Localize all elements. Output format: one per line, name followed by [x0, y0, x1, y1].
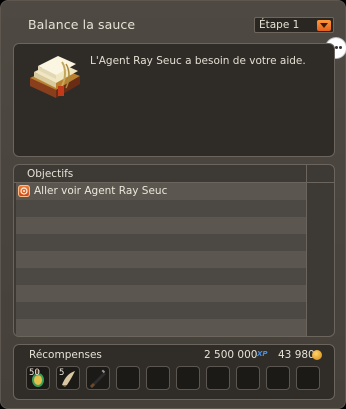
- objective-empty-row: [16, 319, 306, 336]
- stage-dropdown[interactable]: Étape 1: [254, 17, 334, 33]
- reward-slot-qty: 5: [59, 368, 65, 378]
- quest-description-text: L'Agent Ray Seuc a besoin de votre aide.: [90, 55, 306, 67]
- objective-target-icon: [18, 185, 30, 197]
- reward-slot-empty[interactable]: [206, 366, 230, 390]
- chevron-down-icon[interactable]: [317, 20, 331, 31]
- stage-dropdown-value: Étape 1: [259, 19, 300, 31]
- objectives-scrollbar[interactable]: [306, 165, 307, 336]
- reward-slot-empty[interactable]: [236, 366, 260, 390]
- reward-slot-horn[interactable]: 5: [56, 366, 80, 390]
- reward-slot-empty[interactable]: [176, 366, 200, 390]
- reward-slot-empty[interactable]: [116, 366, 140, 390]
- rewards-xp-value: 2 500 000: [204, 349, 258, 361]
- reward-slot-rifle[interactable]: [86, 366, 110, 390]
- objectives-header: Objectifs: [27, 168, 74, 180]
- objectives-list: Aller voir Agent Ray Seuc: [16, 183, 306, 336]
- reward-slot-empty[interactable]: [146, 366, 170, 390]
- objective-empty-row: [16, 268, 306, 285]
- objectives-panel: Objectifs Aller voir Agent Ray Seuc: [13, 164, 335, 337]
- objective-empty-row: [16, 234, 306, 251]
- objective-empty-row: [16, 251, 306, 268]
- objective-empty-row: [16, 200, 306, 217]
- reward-slot-potion[interactable]: 50: [26, 366, 50, 390]
- quest-title: Balance la sauce: [28, 17, 136, 32]
- reward-slot-empty[interactable]: [266, 366, 290, 390]
- quest-scroll-icon: [26, 52, 84, 100]
- quest-window: Balance la sauce Étape 1 L'Agent Ray Seu…: [0, 0, 346, 409]
- objective-text: Aller voir Agent Ray Seuc: [34, 185, 168, 197]
- objective-empty-row: [16, 302, 306, 319]
- rewards-title: Récompenses: [29, 349, 102, 361]
- rewards-kamas-value: 43 980: [278, 349, 315, 361]
- reward-slot-qty: 50: [29, 368, 40, 378]
- objective-empty-row: [16, 285, 306, 302]
- reward-slot-empty[interactable]: [296, 366, 320, 390]
- rifle-icon: [90, 369, 106, 388]
- kama-coin-icon: [312, 350, 322, 360]
- xp-icon: XP: [257, 350, 268, 358]
- objective-row[interactable]: Aller voir Agent Ray Seuc: [16, 183, 306, 200]
- objective-empty-row: [16, 217, 306, 234]
- rewards-panel: Récompenses 2 500 000 XP 43 980 50 5: [13, 344, 335, 400]
- quest-description-panel: L'Agent Ray Seuc a besoin de votre aide.: [13, 43, 335, 157]
